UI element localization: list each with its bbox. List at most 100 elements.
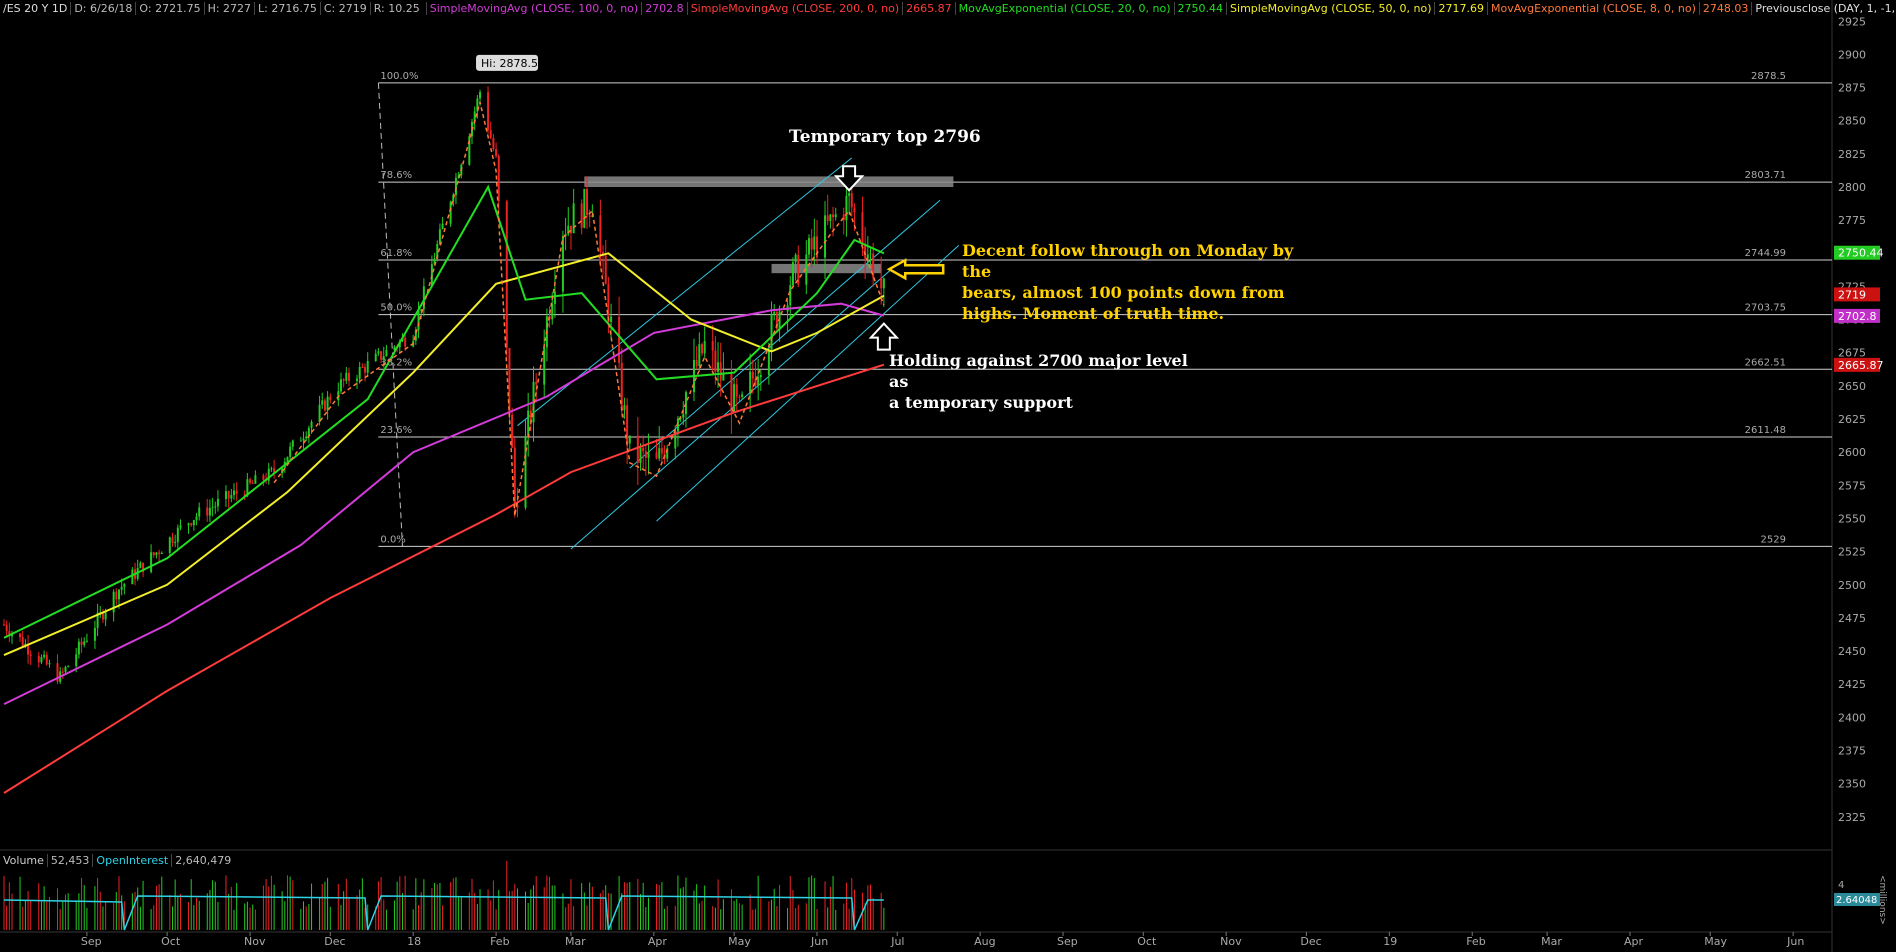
fib-value-label: 2878.5 bbox=[1751, 71, 1786, 82]
study-label[interactable]: SimpleMovingAvg (CLOSE, 200, 0, no) bbox=[686, 2, 902, 15]
candle-body bbox=[845, 195, 848, 221]
candle-body bbox=[174, 541, 177, 543]
x-tick-label: 19 bbox=[1383, 935, 1397, 948]
candle-body bbox=[230, 495, 233, 499]
x-tick-label: Sep bbox=[81, 935, 102, 948]
study-label[interactable]: MovAvgExponential (CLOSE, 8, 0, no) bbox=[1486, 2, 1699, 15]
candle-body bbox=[701, 344, 704, 354]
volume-units-label: <millions> bbox=[1877, 875, 1887, 925]
x-tick-label: Oct bbox=[161, 935, 181, 948]
candle-body bbox=[364, 367, 367, 373]
y-tick-label: 2550 bbox=[1838, 512, 1866, 525]
annotation-bears-line-3: highs. Moment of truth time. bbox=[962, 304, 1225, 323]
x-tick-label: Sep bbox=[1057, 935, 1078, 948]
candle-body bbox=[513, 447, 516, 506]
candle-body bbox=[869, 253, 872, 255]
candle-body bbox=[115, 591, 118, 600]
candle-body bbox=[299, 440, 302, 442]
candle-body bbox=[492, 138, 495, 150]
candle-body bbox=[208, 508, 211, 516]
oi-badge-text: 2.64048 bbox=[1836, 895, 1877, 906]
candle-body bbox=[497, 156, 500, 202]
study-label[interactable]: Previousclose (DAY, 1, -1, yes) bbox=[1751, 2, 1896, 15]
candle-body bbox=[321, 400, 324, 405]
x-tick-label: Jul bbox=[890, 935, 904, 948]
fib-value-label: 2703.75 bbox=[1745, 303, 1786, 314]
candle-body bbox=[37, 655, 40, 663]
annotation-arrow-left bbox=[886, 258, 945, 281]
candle-body bbox=[527, 410, 530, 436]
candle-body bbox=[703, 341, 706, 354]
candle-body bbox=[131, 569, 134, 585]
fib-percent-label: 78.6% bbox=[380, 170, 412, 181]
candle-body bbox=[848, 193, 851, 196]
candle-body bbox=[719, 362, 722, 381]
x-tick-label: Mar bbox=[565, 935, 586, 948]
x-tick-label: 18 bbox=[407, 935, 421, 948]
y-tick-label: 2425 bbox=[1838, 678, 1866, 691]
date-label: D: 6/26/18 bbox=[70, 2, 135, 15]
study-label[interactable]: SimpleMovingAvg (CLOSE, 50, 0, no) bbox=[1226, 2, 1434, 15]
candle-body bbox=[339, 379, 342, 392]
study-value: 2748.03 bbox=[1698, 2, 1752, 15]
candle-body bbox=[214, 506, 217, 508]
study-label[interactable]: SimpleMovingAvg (CLOSE, 100, 0, no) bbox=[425, 2, 641, 15]
candle-body bbox=[810, 238, 813, 250]
candle-body bbox=[834, 214, 837, 218]
x-tick-label: Nov bbox=[1220, 935, 1242, 948]
volume-value: 52,453 bbox=[46, 854, 93, 867]
candle-body bbox=[5, 624, 8, 632]
y-tick-label: 2325 bbox=[1838, 811, 1866, 824]
candle-body bbox=[757, 377, 760, 386]
candle-body bbox=[249, 479, 252, 483]
candle-body bbox=[714, 350, 717, 372]
moving-average-line bbox=[3, 363, 885, 794]
candle-body bbox=[580, 203, 583, 228]
candle-body bbox=[553, 291, 556, 304]
candle-body bbox=[794, 254, 797, 263]
candle-body bbox=[155, 552, 158, 556]
y-tick-label: 2650 bbox=[1838, 380, 1866, 393]
candle-body bbox=[695, 360, 698, 366]
candle-body bbox=[807, 238, 810, 255]
candle-body bbox=[93, 627, 96, 641]
candle-body bbox=[658, 448, 661, 459]
candle-body bbox=[382, 356, 385, 360]
candle-body bbox=[505, 201, 508, 348]
candle-body bbox=[850, 193, 853, 208]
candle-body bbox=[642, 447, 645, 452]
candle-body bbox=[19, 633, 22, 638]
x-tick-label: Jun bbox=[810, 935, 828, 948]
symbol-label[interactable]: /ES 20 Y 1D bbox=[0, 2, 70, 15]
candle-body bbox=[829, 214, 832, 222]
fib-percent-label: 0.0% bbox=[380, 534, 405, 545]
candle-body bbox=[75, 654, 78, 667]
candle-body bbox=[610, 316, 613, 322]
y-tick-label: 2875 bbox=[1838, 82, 1866, 95]
candle-body bbox=[813, 236, 816, 250]
candle-body bbox=[535, 381, 538, 385]
candle-body bbox=[441, 223, 444, 230]
candle-body bbox=[586, 188, 589, 216]
candle-body bbox=[160, 552, 163, 555]
candle-body bbox=[286, 456, 289, 462]
y-tick-label: 2800 bbox=[1838, 181, 1866, 194]
candle-body bbox=[291, 440, 294, 447]
candle-body bbox=[655, 452, 658, 459]
study-label[interactable]: MovAvgExponential (CLOSE, 20, 0, no) bbox=[954, 2, 1174, 15]
x-tick-label: May bbox=[728, 935, 751, 948]
annotation-bears-line-2: bears, almost 100 points down from bbox=[962, 283, 1285, 302]
candle-body bbox=[588, 215, 591, 217]
candle-body bbox=[449, 201, 452, 224]
annotation-arrow-up bbox=[868, 322, 900, 351]
fib-value-label: 2529 bbox=[1761, 534, 1786, 545]
candle-body bbox=[85, 640, 88, 642]
volume-header: Volume 52,453 OpenInterest 2,640,479 bbox=[0, 852, 234, 869]
candle-body bbox=[64, 666, 67, 672]
price-badge-text: 2665.87 bbox=[1838, 359, 1884, 372]
y-tick-label: 2850 bbox=[1838, 115, 1866, 128]
moving-average-line bbox=[3, 302, 885, 705]
candle-body bbox=[374, 353, 377, 362]
range-label: R: 10.25 bbox=[369, 2, 423, 15]
candle-body bbox=[179, 525, 182, 528]
